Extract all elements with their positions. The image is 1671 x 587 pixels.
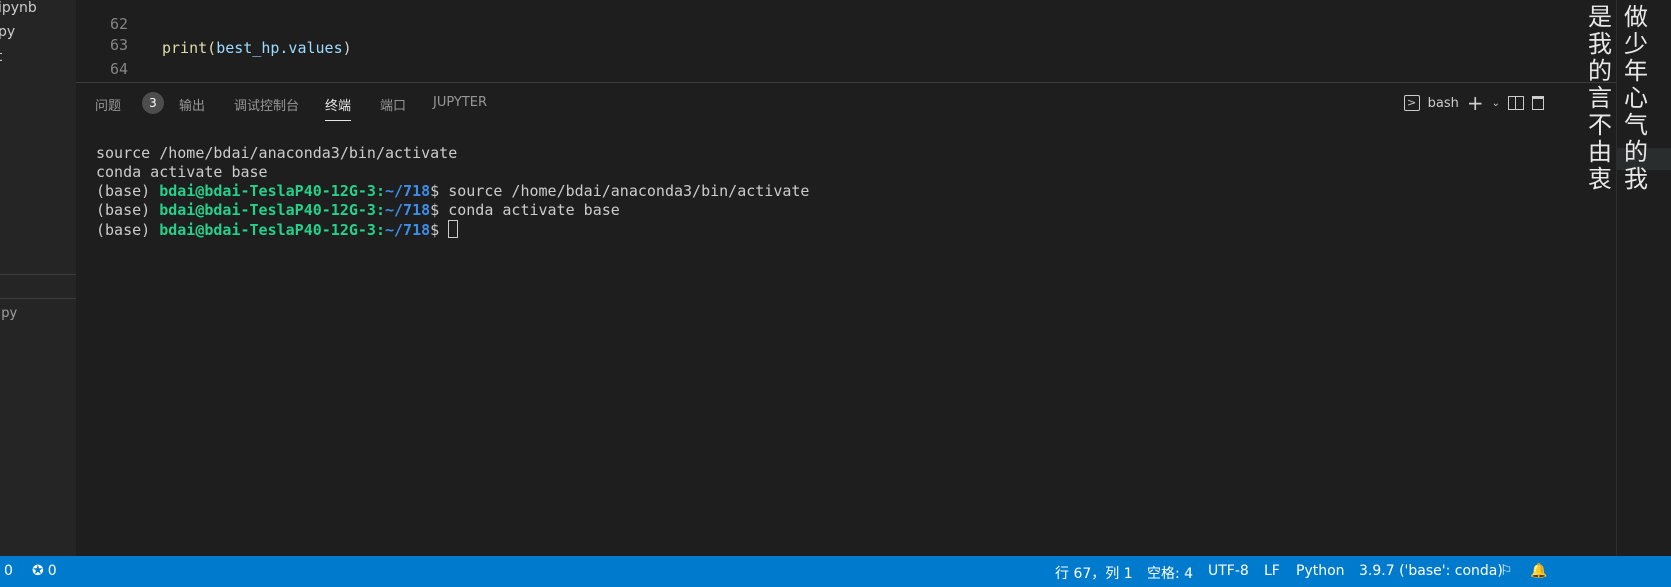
terminal-output[interactable]: source /home/bdai/anaconda3/bin/activate… — [96, 125, 809, 278]
broadcast-icon: ✪ — [32, 563, 44, 579]
errors-count[interactable]: 0 — [4, 563, 13, 579]
remote-status[interactable]: ✪ 0 — [32, 563, 57, 579]
end-of-line[interactable]: LF — [1264, 563, 1280, 579]
prompt-env: (base) — [96, 182, 160, 200]
terminal-prompt-line: (base) bdai@bdai-TeslaP40-12G-3:~/718$ s… — [96, 182, 809, 201]
code-editor[interactable]: 62 print(best_hp.values) 63 64 #用这些参数构建最… — [76, 0, 1616, 82]
code-line-65: 65 best_model=tuner.hypermodel.build(bes… — [76, 55, 112, 79]
language-mode[interactable]: Python — [1296, 563, 1345, 579]
feedback-icon[interactable]: ⚐ — [1500, 563, 1513, 579]
terminal-line: source /home/bdai/anaconda3/bin/activate — [96, 144, 809, 163]
code-text: print(best_hp.values) — [162, 36, 352, 60]
chevron-down-icon[interactable]: ⌄ — [1492, 98, 1500, 109]
sidebar-divider — [0, 298, 76, 299]
code-token: best_hp.values — [216, 39, 343, 57]
tab-debug-console[interactable]: 调试控制台 — [234, 95, 299, 114]
encoding[interactable]: UTF-8 — [1208, 563, 1249, 579]
cursor-position[interactable]: 行 67，列 1 — [1055, 563, 1133, 583]
status-bar: 0 ✪ 0 行 67，列 1 空格: 4 UTF-8 LF Python 3.9.… — [0, 556, 1671, 587]
overlay-text-col-2: 做少年心气的我 — [1624, 3, 1648, 193]
prompt-env: (base) — [96, 221, 160, 239]
terminal-prompt-line: (base) bdai@bdai-TeslaP40-12G-3:~/718$ — [96, 220, 809, 240]
tab-terminal[interactable]: 终端 — [325, 95, 352, 121]
tab-output[interactable]: 输出 — [179, 95, 205, 114]
prompt-path: ~/718 — [385, 201, 431, 219]
prompt-path: ~/718 — [385, 221, 431, 239]
trash-icon[interactable] — [1532, 96, 1544, 110]
file-nt[interactable]: nt — [0, 49, 2, 65]
open-editor-file[interactable]: t.py — [0, 306, 17, 321]
overlay-text-col-1: 是我的言不由衷 — [1588, 3, 1612, 193]
prompt-colon: : — [375, 201, 385, 219]
prompt-colon: : — [375, 221, 385, 239]
remote-count: 0 — [47, 563, 57, 579]
prompt-path: ~/718 — [385, 182, 431, 200]
terminal-text: source /home/bdai/anaconda3/bin/activate — [96, 144, 458, 162]
split-terminal-icon[interactable] — [1508, 96, 1524, 110]
bottom-panel: 问题 3 输出 调试控制台 终端 端口 JUPYTER > bash + ⌄ s… — [76, 82, 1616, 557]
terminal-command: conda activate base — [448, 201, 620, 219]
new-terminal-icon[interactable]: + — [1467, 93, 1484, 113]
terminal-line: conda activate base — [96, 163, 809, 182]
tab-ports[interactable]: 端口 — [380, 95, 406, 114]
python-interpreter[interactable]: 3.9.7 ('base': conda) — [1359, 563, 1503, 579]
prompt-symbol: $ — [430, 201, 449, 219]
terminal-actions: > bash + ⌄ — [1403, 91, 1544, 115]
prompt-user: bdai@bdai-TeslaP40-12G-3 — [159, 221, 376, 239]
code-line-63: 63 — [76, 9, 128, 54]
terminal-command: source /home/bdai/anaconda3/bin/activate — [448, 182, 810, 200]
explorer-sidebar: t.ipynb t.py nt t.py — [0, 0, 76, 556]
terminal-prompt-line: (base) bdai@bdai-TeslaP40-12G-3:~/718$ c… — [96, 201, 809, 220]
terminal-shell-selector[interactable]: bash — [1428, 96, 1459, 111]
prompt-symbol: $ — [430, 221, 449, 239]
terminal-icon: > — [1403, 95, 1420, 111]
notifications-icon[interactable]: 🔔 — [1530, 563, 1547, 579]
code-token: ) — [342, 39, 352, 57]
terminal-cursor — [448, 220, 459, 238]
file-ipynb[interactable]: t.ipynb — [0, 0, 37, 16]
code-line-64: 64 #用这些参数构建最佳模型 — [76, 33, 128, 78]
terminal-text: conda activate base — [96, 163, 268, 181]
prompt-env: (base) — [96, 201, 160, 219]
tab-problems[interactable]: 问题 — [95, 95, 121, 114]
prompt-colon: : — [375, 182, 385, 200]
panel-tabs: 问题 3 输出 调试控制台 终端 端口 JUPYTER > bash + ⌄ — [76, 83, 1616, 123]
indentation[interactable]: 空格: 4 — [1147, 563, 1193, 583]
problems-count-badge: 3 — [142, 92, 164, 114]
code-token: print( — [162, 39, 217, 57]
sidebar-divider — [0, 274, 76, 275]
tab-jupyter[interactable]: JUPYTER — [433, 95, 487, 110]
prompt-user: bdai@bdai-TeslaP40-12G-3 — [159, 201, 376, 219]
prompt-symbol: $ — [430, 182, 449, 200]
prompt-user: bdai@bdai-TeslaP40-12G-3 — [159, 182, 376, 200]
file-py[interactable]: t.py — [0, 24, 15, 40]
